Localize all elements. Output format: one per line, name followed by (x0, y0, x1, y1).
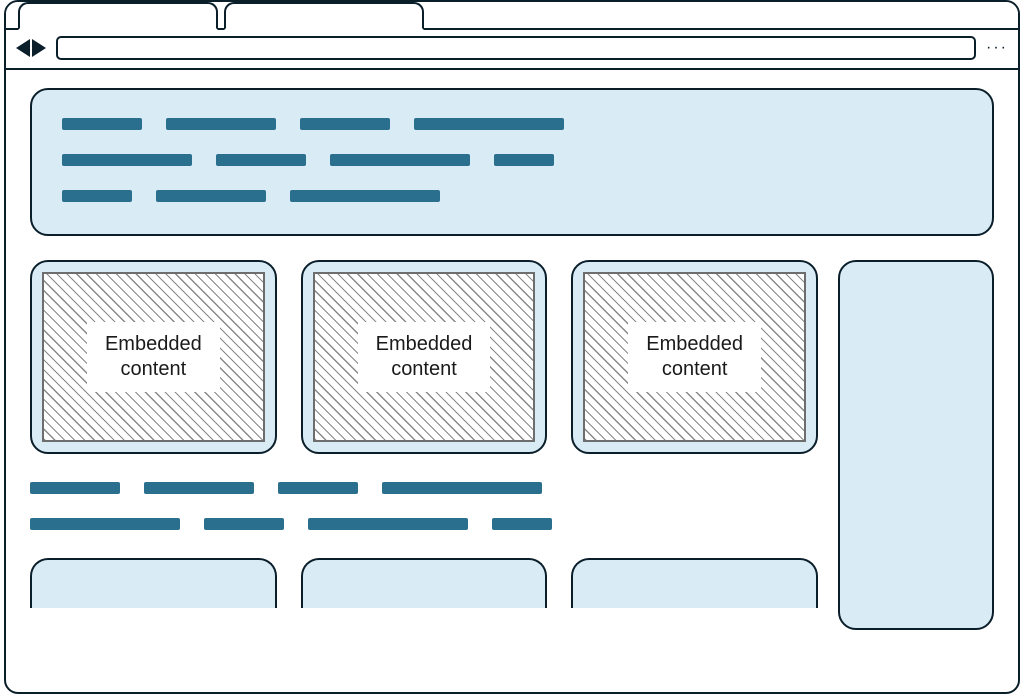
sidebar-panel (838, 260, 994, 630)
embedded-row-partial (30, 558, 818, 608)
embedded-content-frame[interactable]: Embedded content (313, 272, 536, 442)
embedded-content-frame[interactable]: Embedded content (42, 272, 265, 442)
embedded-card: Embedded content (30, 260, 277, 454)
text-placeholder-row (30, 482, 818, 494)
main-column: Embedded content Embedded content Embedd… (30, 260, 818, 608)
nav-arrows (16, 39, 46, 57)
tab-strip (6, 2, 1018, 30)
embedded-content-frame[interactable]: Embedded content (583, 272, 806, 442)
embedded-label: Embedded content (87, 322, 220, 392)
text-placeholder-row (62, 154, 962, 166)
embedded-card (301, 558, 548, 608)
paragraph-placeholder (30, 482, 818, 530)
embedded-label: Embedded content (628, 322, 761, 392)
embedded-card: Embedded content (571, 260, 818, 454)
embedded-card: Embedded content (301, 260, 548, 454)
forward-arrow-icon[interactable] (32, 39, 46, 57)
embedded-row: Embedded content Embedded content Embedd… (30, 260, 818, 454)
browser-tab[interactable] (224, 2, 424, 30)
url-bar[interactable] (56, 36, 976, 60)
overflow-menu-icon[interactable]: ··· (986, 43, 1008, 53)
browser-toolbar: ··· (6, 30, 1018, 70)
main-columns: Embedded content Embedded content Embedd… (30, 260, 994, 630)
text-placeholder-row (30, 518, 818, 530)
embedded-card (571, 558, 818, 608)
embedded-card (30, 558, 277, 608)
text-placeholder-row (62, 118, 962, 130)
embedded-label: Embedded content (358, 322, 491, 392)
header-panel (30, 88, 994, 236)
page-content: Embedded content Embedded content Embedd… (6, 70, 1018, 688)
browser-tab[interactable] (18, 2, 218, 30)
back-arrow-icon[interactable] (16, 39, 30, 57)
text-placeholder-row (62, 190, 962, 202)
browser-window: ··· Embedded content (4, 0, 1020, 694)
